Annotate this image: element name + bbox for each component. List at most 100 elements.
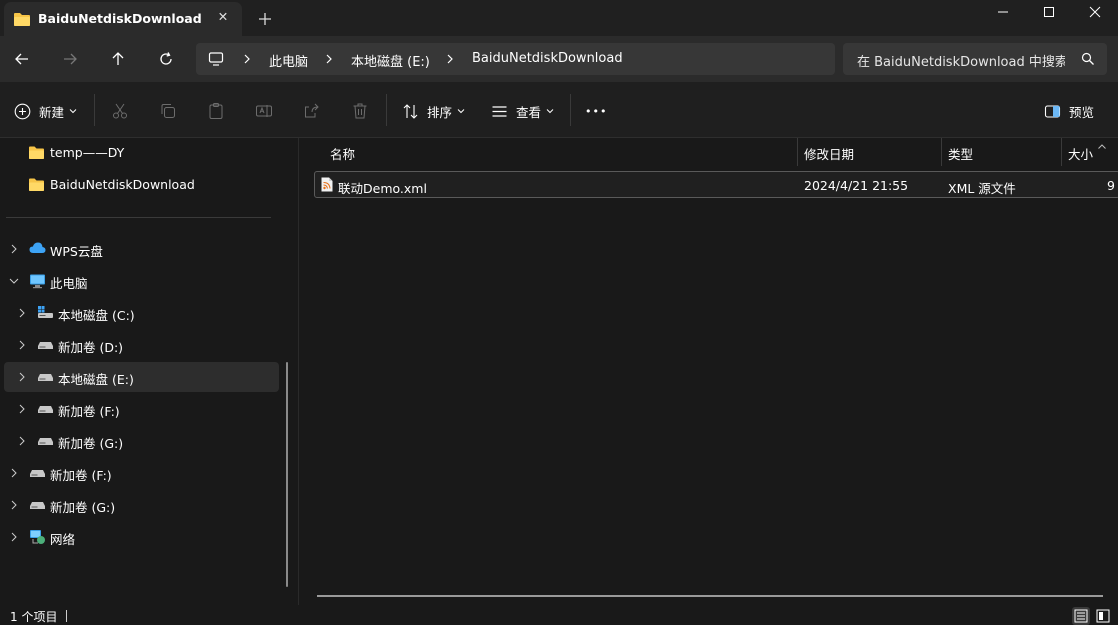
command-bar: 新建 排序 查看 ••• 预览 bbox=[0, 82, 1118, 138]
drive-icon bbox=[29, 497, 45, 513]
drive-icon bbox=[37, 433, 53, 449]
forward-button[interactable] bbox=[58, 47, 82, 71]
item-count: 1 个项目 bbox=[10, 610, 58, 624]
nav-label: 新加卷 (F:) bbox=[58, 404, 120, 419]
nav-item-drive-e[interactable]: 本地磁盘 (E:) bbox=[4, 362, 279, 392]
chevron-right-icon[interactable] bbox=[16, 339, 28, 351]
nav-item-this-pc[interactable]: 此电脑 bbox=[4, 266, 279, 296]
scissors-icon bbox=[111, 102, 129, 120]
trash-icon bbox=[351, 102, 369, 120]
column-divider[interactable] bbox=[1061, 138, 1062, 166]
nav-label: 新加卷 (G:) bbox=[50, 500, 116, 515]
divider bbox=[386, 94, 387, 126]
up-button[interactable] bbox=[106, 47, 130, 71]
chevron-down-icon bbox=[457, 108, 465, 114]
tiles-view-icon bbox=[1096, 609, 1110, 623]
nav-item-volume-f[interactable]: 新加卷 (F:) bbox=[4, 458, 279, 488]
preview-pane-button[interactable]: 预览 bbox=[1044, 100, 1094, 122]
breadcrumb-drive-e[interactable]: 本地磁盘 (E:) bbox=[351, 51, 430, 70]
copy-button[interactable] bbox=[159, 100, 177, 122]
status-divider bbox=[66, 610, 67, 622]
nav-label: 本地磁盘 (E:) bbox=[58, 372, 134, 387]
delete-button[interactable] bbox=[351, 100, 369, 122]
tiles-view-button[interactable] bbox=[1094, 607, 1112, 625]
clipboard-icon bbox=[207, 102, 225, 120]
chevron-up-icon bbox=[1097, 138, 1107, 153]
cloud-icon bbox=[29, 241, 46, 257]
paste-button[interactable] bbox=[207, 100, 225, 122]
chevron-down-icon[interactable] bbox=[8, 275, 20, 287]
xml-file-icon bbox=[321, 177, 333, 195]
file-list: 名称 修改日期 类型 大小 联动Demo.xml 2024/4/21 21:55… bbox=[300, 138, 1118, 605]
minimize-button[interactable] bbox=[980, 0, 1026, 24]
more-options-button[interactable]: ••• bbox=[585, 100, 607, 122]
sort-label: 排序 bbox=[427, 104, 453, 120]
chevron-right-icon[interactable] bbox=[324, 52, 334, 69]
drive-icon bbox=[37, 401, 53, 417]
search-icon bbox=[1081, 52, 1095, 69]
column-header-name[interactable]: 名称 bbox=[330, 138, 355, 166]
chevron-right-icon[interactable] bbox=[16, 307, 28, 319]
close-window-button[interactable] bbox=[1072, 0, 1118, 24]
cut-button[interactable] bbox=[111, 100, 129, 122]
chevron-right-icon[interactable] bbox=[16, 371, 28, 383]
maximize-button[interactable] bbox=[1026, 0, 1072, 24]
chevron-right-icon[interactable] bbox=[16, 435, 28, 447]
nav-item-network[interactable]: 网络 bbox=[4, 522, 279, 552]
chevron-right-icon[interactable] bbox=[8, 243, 20, 255]
share-icon bbox=[303, 102, 321, 120]
refresh-button[interactable] bbox=[154, 47, 178, 71]
nav-item-drive-f[interactable]: 新加卷 (F:) bbox=[4, 394, 279, 424]
search-box[interactable]: 在 BaiduNetdiskDownload 中搜索 bbox=[843, 43, 1107, 75]
back-button[interactable] bbox=[10, 47, 34, 71]
breadcrumb-current-folder[interactable]: BaiduNetdiskDownload bbox=[472, 51, 623, 66]
tab-baidunetdiskdownload[interactable]: BaiduNetdiskDownload ✕ bbox=[4, 2, 242, 36]
column-header-modified[interactable]: 修改日期 bbox=[804, 138, 854, 166]
search-input[interactable]: 在 BaiduNetdiskDownload 中搜索 bbox=[857, 51, 1065, 70]
nav-scrollbar[interactable] bbox=[286, 362, 288, 587]
new-label: 新建 bbox=[39, 104, 65, 120]
nav-label: temp——DY bbox=[50, 145, 125, 160]
address-bar[interactable]: 此电脑 本地磁盘 (E:) BaiduNetdiskDownload bbox=[196, 43, 835, 75]
title-bar: BaiduNetdiskDownload ✕ bbox=[0, 0, 1118, 36]
column-header-size[interactable]: 大小 bbox=[1068, 138, 1093, 166]
drive-icon bbox=[37, 369, 53, 385]
nav-item-drive-d[interactable]: 新加卷 (D:) bbox=[4, 330, 279, 360]
preview-label: 预览 bbox=[1069, 104, 1095, 120]
rename-button[interactable] bbox=[255, 100, 273, 122]
file-modified: 2024/4/21 21:55 bbox=[804, 178, 909, 193]
column-divider[interactable] bbox=[797, 138, 798, 166]
close-tab-icon[interactable]: ✕ bbox=[213, 9, 233, 29]
chevron-right-icon[interactable] bbox=[16, 403, 28, 415]
tab-title: BaiduNetdiskDownload bbox=[38, 11, 202, 26]
chevron-right-icon[interactable] bbox=[242, 52, 252, 69]
nav-item-volume-g[interactable]: 新加卷 (G:) bbox=[4, 490, 279, 520]
network-icon bbox=[29, 529, 45, 545]
chevron-right-icon[interactable] bbox=[8, 467, 20, 479]
sort-icon bbox=[402, 103, 419, 120]
chevron-right-icon[interactable] bbox=[445, 52, 455, 69]
nav-item-drive-g[interactable]: 新加卷 (G:) bbox=[4, 426, 279, 456]
breadcrumb-this-pc[interactable]: 此电脑 bbox=[269, 51, 308, 70]
nav-item-temp-dy[interactable]: temp——DY bbox=[4, 138, 279, 168]
new-button[interactable]: 新建 bbox=[14, 100, 77, 122]
sort-button[interactable]: 排序 bbox=[402, 100, 465, 122]
status-bar: 1 个项目 bbox=[0, 605, 1118, 625]
share-button[interactable] bbox=[303, 100, 321, 122]
column-divider[interactable] bbox=[941, 138, 942, 166]
navigation-pane: temp——DY BaiduNetdiskDownload WPS云盘 此电脑 bbox=[0, 138, 299, 605]
list-view-icon bbox=[491, 103, 508, 120]
view-label: 查看 bbox=[516, 104, 542, 120]
nav-item-drive-c[interactable]: 本地磁盘 (C:) bbox=[4, 298, 279, 328]
nav-label: WPS云盘 bbox=[50, 244, 103, 259]
chevron-right-icon[interactable] bbox=[8, 499, 20, 511]
nav-item-baidunetdiskdownload[interactable]: BaiduNetdiskDownload bbox=[4, 170, 279, 200]
details-view-button[interactable] bbox=[1072, 607, 1090, 625]
view-button[interactable]: 查看 bbox=[491, 100, 554, 122]
nav-item-wps-cloud[interactable]: WPS云盘 bbox=[4, 234, 279, 264]
column-header-type[interactable]: 类型 bbox=[948, 138, 973, 166]
table-row[interactable]: 联动Demo.xml 2024/4/21 21:55 XML 源文件 9 bbox=[314, 171, 1118, 198]
horizontal-scrollbar[interactable] bbox=[317, 595, 1103, 597]
chevron-right-icon[interactable] bbox=[8, 531, 20, 543]
new-tab-button[interactable] bbox=[254, 8, 276, 30]
